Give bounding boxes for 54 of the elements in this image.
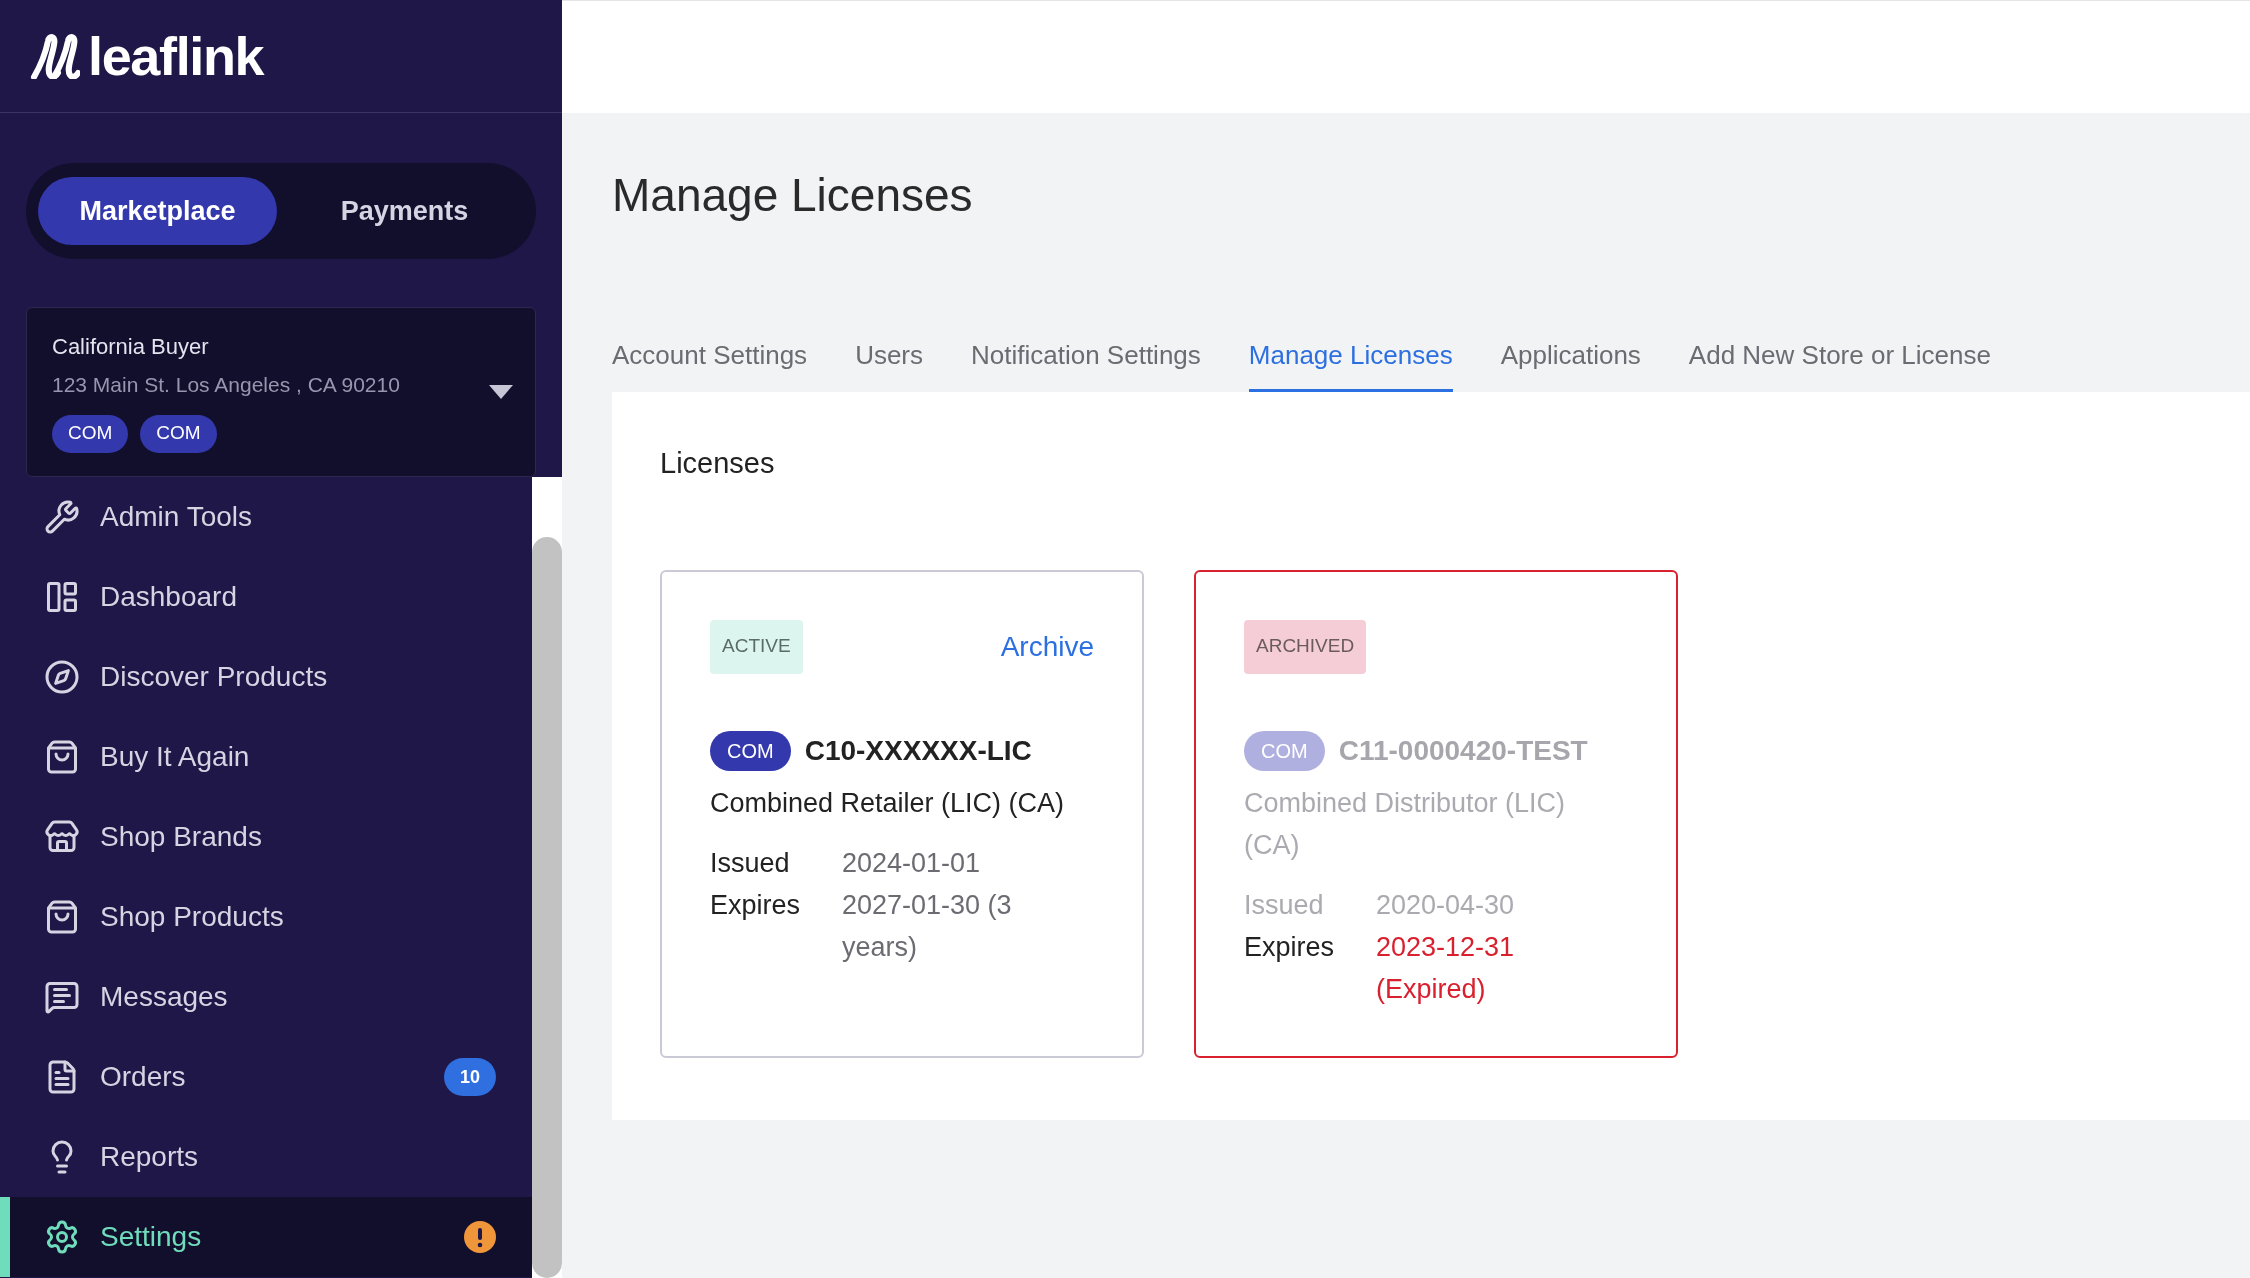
license-name: Combined Retailer (LIC) (CA) bbox=[710, 786, 1066, 820]
count-badge: 10 bbox=[444, 1058, 496, 1096]
nav-item[interactable]: Discover Products bbox=[0, 637, 532, 717]
expiry-date: 2023-12-31 (Expired) bbox=[1376, 930, 1516, 1006]
bag-icon bbox=[44, 739, 80, 775]
message-icon bbox=[44, 979, 80, 1015]
license-number: C11-0000420-TEST bbox=[1338, 733, 1588, 768]
tab[interactable]: Applications bbox=[1500, 336, 1641, 392]
license-type-badge: COM bbox=[1244, 730, 1325, 771]
mode-tab[interactable]: Payments bbox=[285, 177, 524, 245]
expiry-date: 2027-01-30 (3 years) bbox=[842, 888, 1013, 964]
issued-date: 2020-04-30 bbox=[1376, 888, 1516, 922]
brand-name: leaflink bbox=[88, 24, 264, 88]
nav-item[interactable]: Shop Brands bbox=[0, 797, 532, 877]
logo-mark-icon bbox=[30, 33, 80, 79]
status-tag: ARCHIVED bbox=[1244, 619, 1367, 674]
compass-icon bbox=[44, 659, 80, 695]
issued-date: 2024-01-01 bbox=[842, 846, 982, 880]
bag-icon bbox=[44, 899, 80, 935]
settings-icon bbox=[44, 1219, 80, 1255]
issued-label: Issued bbox=[1244, 888, 1325, 922]
wrench-icon bbox=[44, 499, 80, 535]
panel-title: Licenses bbox=[660, 446, 776, 481]
expires-label: Expires bbox=[710, 888, 802, 922]
license-type-badge: COM bbox=[710, 730, 791, 771]
nav-item[interactable]: Settings bbox=[0, 1197, 532, 1277]
issued-label: Issued bbox=[710, 846, 791, 880]
page-title: Manage Licenses bbox=[612, 168, 974, 223]
tab[interactable]: Users bbox=[855, 336, 924, 392]
license-type-badge: COM bbox=[140, 414, 217, 453]
mode-tab[interactable]: Marketplace bbox=[38, 177, 277, 245]
scrollbar-thumb[interactable] bbox=[532, 537, 562, 1278]
nav-item[interactable]: Reports bbox=[0, 1117, 532, 1197]
nav-item[interactable]: Messages bbox=[0, 957, 532, 1037]
dashboard-icon bbox=[44, 579, 80, 615]
nav-item[interactable]: Admin Tools bbox=[0, 477, 532, 557]
tab[interactable]: Add New Store or License bbox=[1688, 336, 1991, 392]
nav-item[interactable]: Buy It Again bbox=[0, 717, 532, 797]
nav-item[interactable]: Shop Products bbox=[0, 877, 532, 957]
account-selector[interactable]: California Buyer 123 Main St. Los Angeles , CA 90210 COM COM bbox=[26, 307, 536, 477]
caret-icon bbox=[489, 385, 513, 399]
license-name: Combined Distributor (LIC) (CA) bbox=[1244, 786, 1567, 862]
tab[interactable]: Notification Settings bbox=[971, 336, 1201, 392]
tab[interactable]: Account Settings bbox=[612, 336, 808, 392]
account-address: 123 Main St. Los Angeles , CA 90210 bbox=[52, 372, 400, 398]
nav-item[interactable]: Orders 10 bbox=[0, 1037, 532, 1117]
status-tag: ACTIVE bbox=[710, 619, 803, 674]
account-name: California Buyer bbox=[52, 333, 210, 361]
nav-item[interactable]: Dashboard bbox=[0, 557, 532, 637]
storefront-icon bbox=[44, 819, 80, 855]
license-number: C10-XXXXXX-LIC bbox=[804, 733, 1032, 768]
archive-link[interactable]: Archive bbox=[1000, 625, 1094, 668]
expires-label: Expires bbox=[1244, 930, 1336, 964]
license-type-badge: COM bbox=[52, 414, 129, 453]
